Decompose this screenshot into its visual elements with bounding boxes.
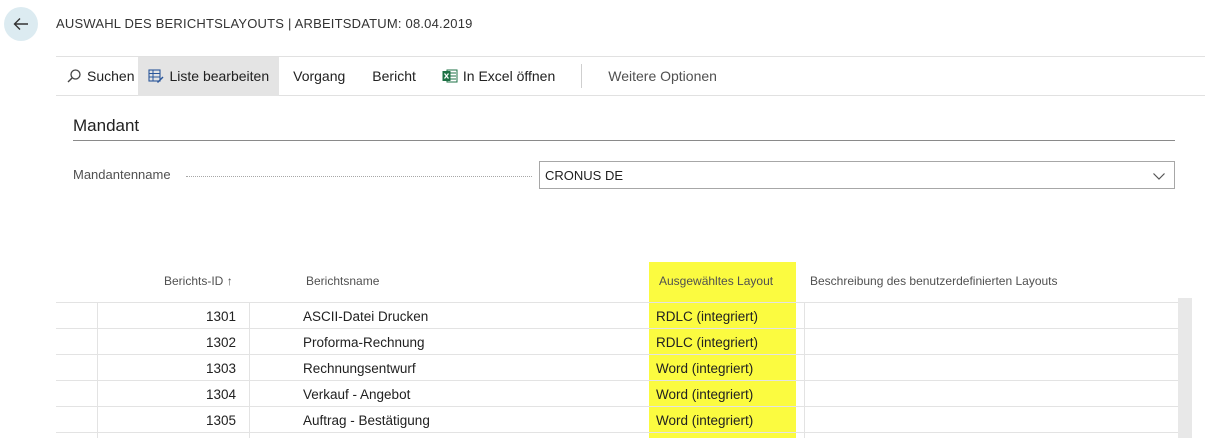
column-header-report-id[interactable]: Berichts-ID ↑ xyxy=(164,274,233,288)
excel-icon xyxy=(442,68,458,84)
clipped-row-fragment xyxy=(303,296,603,302)
company-name-label: Mandantenname xyxy=(73,167,171,182)
company-name-select[interactable]: CRONUS DE xyxy=(539,161,1175,189)
field-leader-dots xyxy=(186,176,532,177)
report-id-cell: 1301 xyxy=(205,309,236,324)
company-name-value: CRONUS DE xyxy=(545,167,624,183)
report-name-cell[interactable]: Verkauf - Angebot xyxy=(303,387,410,402)
search-icon xyxy=(66,68,82,84)
page-title: AUSWAHL DES BERICHTSLAYOUTS | ARBEITSDAT… xyxy=(56,16,473,31)
column-header-report-id-label: Berichts-ID xyxy=(164,274,224,288)
report-name-cell[interactable]: Rechnungsentwurf xyxy=(303,361,416,376)
selected-layout-cell[interactable]: Word (integriert) xyxy=(656,413,753,428)
report-name-cell[interactable]: Proforma-Rechnung xyxy=(303,335,425,350)
table-row[interactable]: 1302 Proforma-Rechnung RDLC (integriert) xyxy=(56,329,1178,355)
edit-list-button[interactable]: Liste bearbeiten xyxy=(138,56,280,96)
search-label: Suchen xyxy=(87,68,135,84)
table-row[interactable]: 1305 Auftrag - Bestätigung Word (integri… xyxy=(56,407,1178,433)
table-row[interactable]: 1303 Rechnungsentwurf Word (integriert) xyxy=(56,355,1178,381)
edit-list-icon xyxy=(148,68,164,84)
report-name-cell[interactable]: Auftrag - Bestätigung xyxy=(303,413,430,428)
column-header-report-name[interactable]: Berichtsname xyxy=(306,274,379,288)
report-name-cell[interactable]: ASCII-Datei Drucken xyxy=(303,309,428,324)
selected-layout-cell[interactable]: Word (integriert) xyxy=(656,387,753,402)
edit-list-label: Liste bearbeiten xyxy=(169,68,270,84)
column-header-selected-layout[interactable]: Ausgewähltes Layout xyxy=(659,274,773,288)
report-id-cell: 1303 xyxy=(205,361,236,376)
action-bar: Suchen Liste bearbeiten Vorgang Bericht … xyxy=(56,56,1205,96)
selected-layout-cell[interactable]: RDLC (integriert) xyxy=(656,335,758,350)
tab-vorgang[interactable]: Vorgang xyxy=(279,57,355,96)
actionbar-separator xyxy=(581,64,583,88)
back-button[interactable] xyxy=(4,7,38,41)
sort-ascending-icon: ↑ xyxy=(226,274,233,288)
report-layout-grid: Berichts-ID ↑ Berichtsname Ausgewähltes … xyxy=(56,262,1192,438)
open-in-excel-label: In Excel öffnen xyxy=(462,68,556,84)
report-id-cell: 1304 xyxy=(205,387,236,402)
table-row[interactable]: 1301 ASCII-Datei Drucken RDLC (integrier… xyxy=(56,303,1178,329)
report-id-cell: 1302 xyxy=(205,335,236,350)
report-id-cell: 1305 xyxy=(205,413,236,428)
search-button[interactable]: Suchen xyxy=(56,57,144,96)
tab-bericht[interactable]: Bericht xyxy=(355,57,426,96)
more-options-button[interactable]: Weitere Optionen xyxy=(598,57,727,96)
vertical-scrollbar[interactable] xyxy=(1178,298,1192,438)
chevron-down-icon xyxy=(1152,169,1166,186)
group-title: Mandant xyxy=(73,116,140,135)
table-row[interactable]: 1304 Verkauf - Angebot Word (integriert) xyxy=(56,381,1178,407)
selected-layout-cell[interactable]: RDLC (integriert) xyxy=(656,309,758,324)
column-header-custom-layout-description[interactable]: Beschreibung des benutzerdefinierten Lay… xyxy=(810,274,1058,288)
open-in-excel-button[interactable]: In Excel öffnen xyxy=(426,57,565,96)
selected-layout-cell[interactable]: Word (integriert) xyxy=(656,361,753,376)
group-divider xyxy=(73,140,1175,141)
arrow-left-icon xyxy=(13,18,28,30)
